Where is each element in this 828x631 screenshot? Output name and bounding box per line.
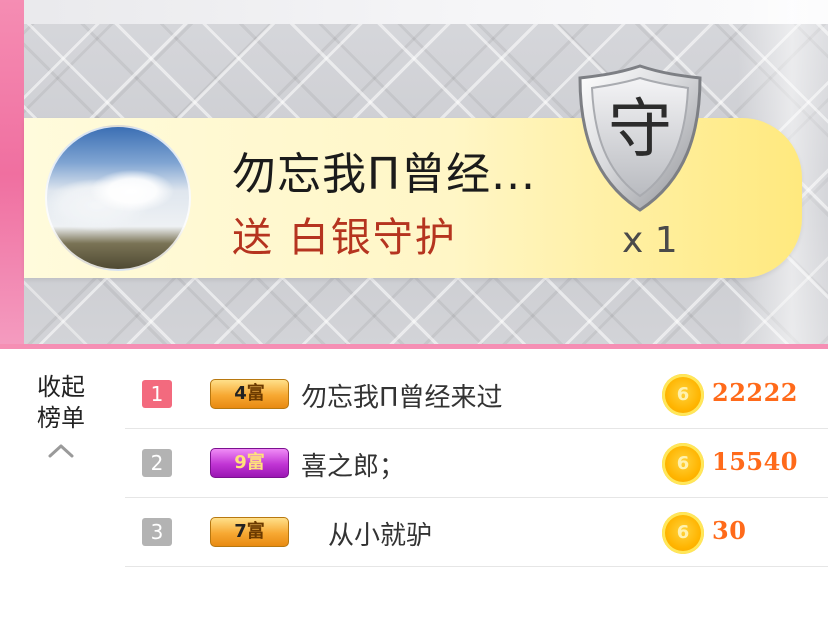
coin-icon: 6: [662, 374, 704, 416]
coin-amount: 15540: [712, 447, 798, 476]
wealth-level-badge: 7富: [210, 517, 289, 547]
pink-side-edge: [0, 0, 24, 348]
rank-badge: 3: [142, 518, 172, 546]
collapse-ranking-label: 收起榜单: [37, 373, 85, 432]
gift-sender-name: 勿忘我Π曾经...: [232, 149, 537, 200]
wealth-level-badge: 9富: [210, 448, 289, 478]
wealth-level-suffix: 富: [246, 521, 265, 542]
wealth-level-badge: 4富: [210, 379, 289, 409]
ranking-user-name[interactable]: 从小就驴: [328, 515, 432, 552]
coin-amount: 22222: [712, 378, 798, 407]
rank-badge: 2: [142, 449, 172, 477]
ranking-user-name[interactable]: 喜之郎；: [301, 446, 405, 483]
stage-top-band: [0, 0, 828, 24]
wealth-level-number: 4: [234, 383, 247, 404]
wealth-level-number: 9: [234, 452, 247, 473]
pink-divider: [0, 344, 828, 349]
chevron-up-icon: [48, 444, 74, 458]
coin-icon: 6: [662, 512, 704, 554]
rank-badge: 1: [142, 380, 172, 408]
coin-amount: 30: [712, 516, 747, 545]
sender-avatar[interactable]: [45, 125, 191, 271]
ranking-list: 1 4富 勿忘我Π曾经来过 6 22222 2 9富 喜之郎； 6 15540 …: [125, 360, 828, 567]
ranking-user-name[interactable]: 勿忘我Π曾经来过: [301, 377, 503, 414]
coin-icon: 6: [662, 443, 704, 485]
shield-character: 守: [608, 93, 672, 167]
ranking-row[interactable]: 3 7富 从小就驴 6 30: [125, 498, 828, 567]
collapse-ranking-button[interactable]: 收起榜单: [28, 372, 94, 462]
ranking-row[interactable]: 1 4富 勿忘我Π曾经来过 6 22222: [125, 360, 828, 429]
gift-description: 送 白银守护: [232, 215, 457, 261]
ranking-row[interactable]: 2 9富 喜之郎； 6 15540: [125, 429, 828, 498]
wealth-level-suffix: 富: [246, 383, 265, 404]
gift-count: x 1: [622, 220, 678, 261]
wealth-level-number: 7: [234, 521, 247, 542]
wealth-level-suffix: 富: [246, 452, 265, 473]
live-stage: 勿忘我Π曾经... 送 白银守护 x 1 守: [0, 0, 828, 348]
